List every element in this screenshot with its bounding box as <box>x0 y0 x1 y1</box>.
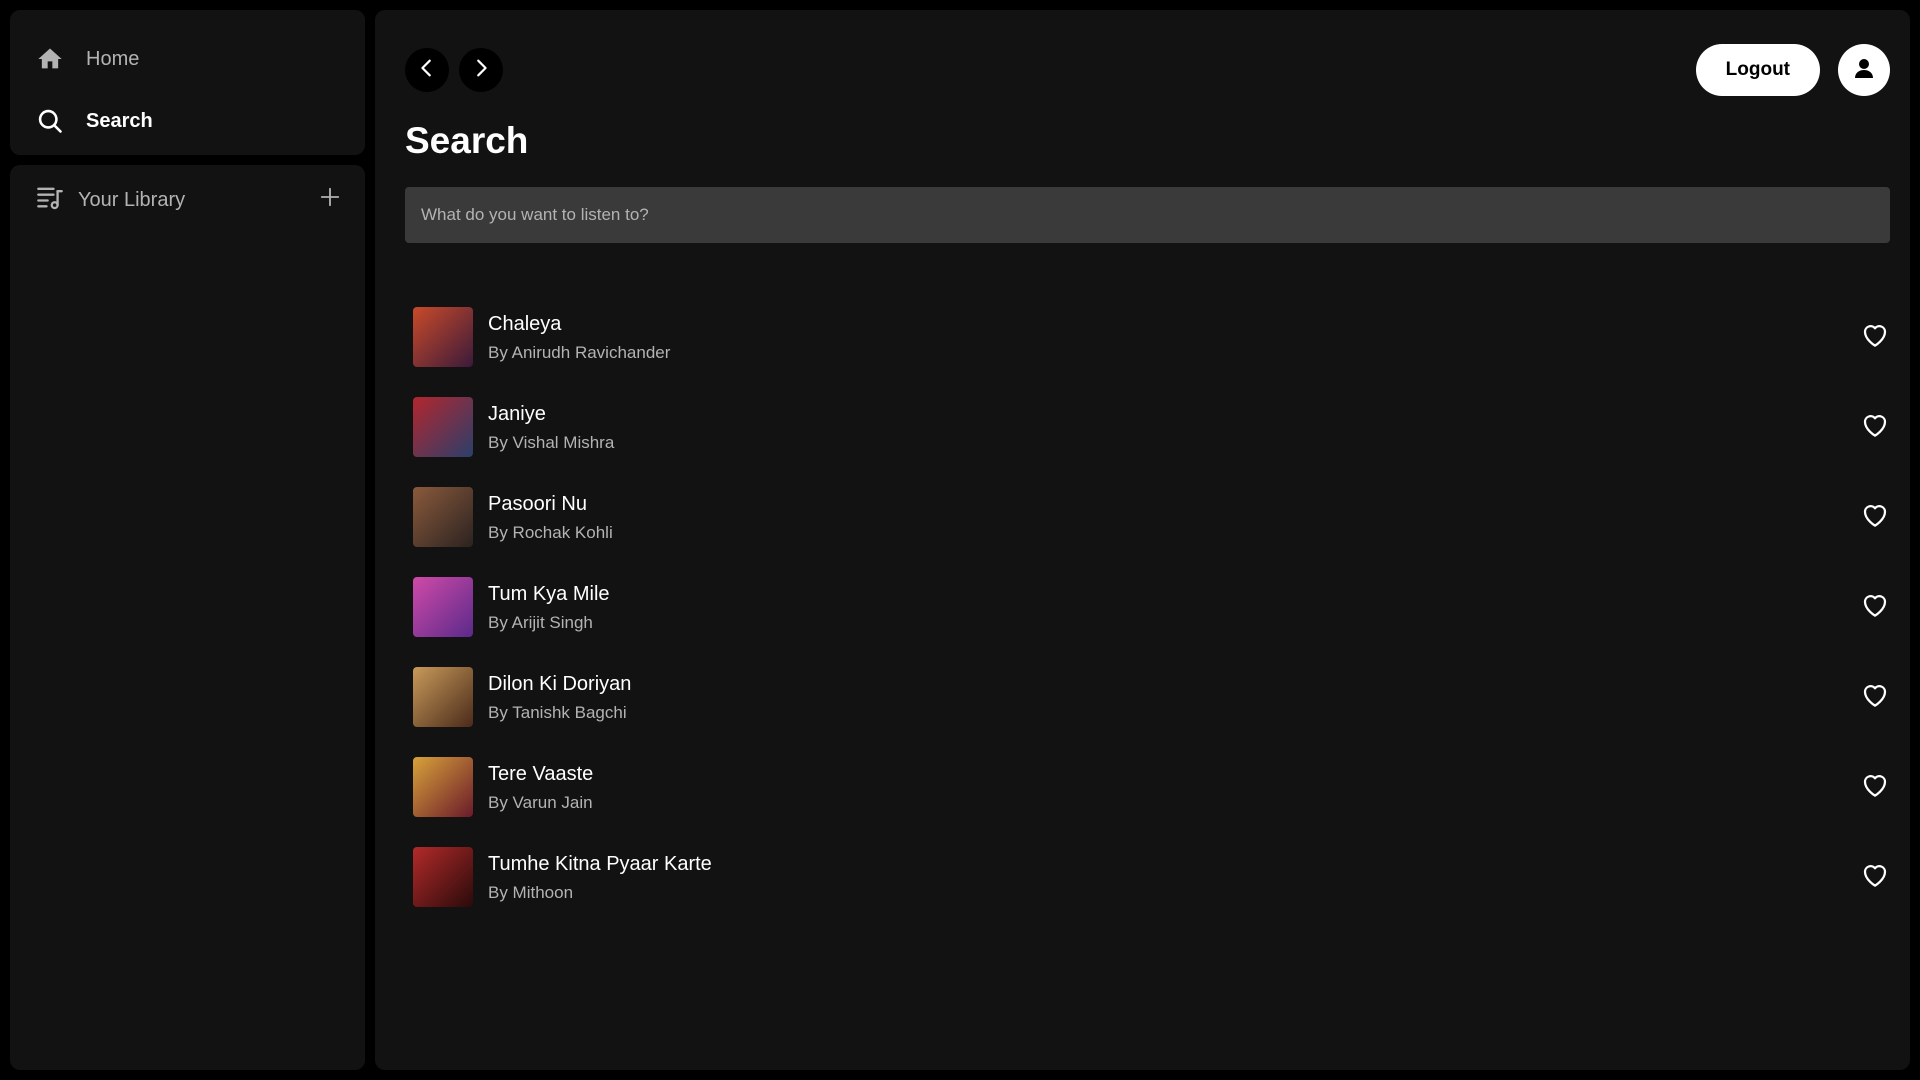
song-meta: Tum Kya Mile By Arijit Singh <box>488 581 1857 633</box>
song-title: Dilon Ki Doriyan <box>488 673 632 695</box>
song-artist: By Tanishk Bagchi <box>488 703 627 722</box>
page-title: Search <box>405 120 529 161</box>
library-label: Your Library <box>78 188 186 211</box>
album-cover <box>413 757 473 817</box>
chevron-left-icon <box>416 57 438 84</box>
song-artist: By Anirudh Ravichander <box>488 343 671 362</box>
song-artist: By Vishal Mishra <box>488 433 615 452</box>
song-row[interactable]: Tum Kya Mile By Arijit Singh <box>413 562 1893 652</box>
song-list: Chaleya By Anirudh Ravichander Janiye By… <box>413 292 1893 922</box>
song-meta: Tere Vaaste By Varun Jain <box>488 761 1857 813</box>
song-title: Janiye <box>488 403 546 425</box>
song-meta: Tumhe Kitna Pyaar Karte By Mithoon <box>488 851 1857 903</box>
like-button[interactable] <box>1857 319 1893 355</box>
like-button[interactable] <box>1857 859 1893 895</box>
heart-icon <box>1860 770 1890 805</box>
chevron-right-icon <box>470 57 492 84</box>
library-header: Your Library <box>10 165 365 235</box>
song-title: Pasoori Nu <box>488 493 587 515</box>
like-button[interactable] <box>1857 409 1893 445</box>
search-input[interactable] <box>405 187 1890 243</box>
song-artist: By Mithoon <box>488 883 574 902</box>
song-meta: Dilon Ki Doriyan By Tanishk Bagchi <box>488 671 1857 723</box>
heart-icon <box>1860 410 1890 445</box>
song-row[interactable]: Janiye By Vishal Mishra <box>413 382 1893 472</box>
sidebar-item-home[interactable]: Home <box>10 28 365 90</box>
song-artist: By Varun Jain <box>488 793 593 812</box>
topbar: Logout <box>405 44 1890 96</box>
plus-icon[interactable] <box>319 186 341 214</box>
heart-icon <box>1860 500 1890 535</box>
like-button[interactable] <box>1857 499 1893 535</box>
back-button[interactable] <box>405 48 449 92</box>
song-title: Tumhe Kitna Pyaar Karte <box>488 853 712 875</box>
search-icon <box>36 106 86 136</box>
like-button[interactable] <box>1857 589 1893 625</box>
song-artist: By Arijit Singh <box>488 613 593 632</box>
song-row[interactable]: Pasoori Nu By Rochak Kohli <box>413 472 1893 562</box>
like-button[interactable] <box>1857 679 1893 715</box>
history-nav <box>405 48 503 92</box>
song-title: Tum Kya Mile <box>488 583 610 605</box>
sidebar-item-label: Search <box>86 109 153 132</box>
home-icon <box>36 44 86 74</box>
album-cover <box>413 667 473 727</box>
like-button[interactable] <box>1857 769 1893 805</box>
app-root: Home Search Your Library Logout Search W… <box>0 0 1920 1080</box>
song-meta: Chaleya By Anirudh Ravichander <box>488 311 1857 363</box>
album-cover <box>413 307 473 367</box>
song-row[interactable]: Tumhe Kitna Pyaar Karte By Mithoon <box>413 832 1893 922</box>
album-cover <box>413 577 473 637</box>
user-icon <box>1852 56 1876 85</box>
song-row[interactable]: Chaleya By Anirudh Ravichander <box>413 292 1893 382</box>
sidebar-library: Your Library <box>10 165 365 1070</box>
main-content: Logout Search Chaleya By Anirudh Ravicha… <box>375 10 1910 1070</box>
heart-icon <box>1860 680 1890 715</box>
heart-icon <box>1860 320 1890 355</box>
forward-button[interactable] <box>459 48 503 92</box>
sidebar-item-search[interactable]: Search <box>10 90 365 152</box>
song-artist: By Rochak Kohli <box>488 523 613 542</box>
library-toggle[interactable]: Your Library <box>36 183 185 217</box>
album-cover <box>413 847 473 907</box>
song-row[interactable]: Dilon Ki Doriyan By Tanishk Bagchi <box>413 652 1893 742</box>
sidebar-nav: Home Search <box>10 10 365 155</box>
song-meta: Pasoori Nu By Rochak Kohli <box>488 491 1857 543</box>
song-row[interactable]: Tere Vaaste By Varun Jain <box>413 742 1893 832</box>
heart-icon <box>1860 860 1890 895</box>
song-title: Tere Vaaste <box>488 763 594 785</box>
album-cover <box>413 397 473 457</box>
logout-button[interactable]: Logout <box>1695 44 1820 96</box>
song-meta: Janiye By Vishal Mishra <box>488 401 1857 453</box>
heart-icon <box>1860 590 1890 625</box>
song-title: Chaleya <box>488 313 562 335</box>
avatar-button[interactable] <box>1838 44 1890 96</box>
topbar-actions: Logout <box>1695 44 1890 96</box>
library-icon <box>36 183 64 217</box>
album-cover <box>413 487 473 547</box>
sidebar-item-label: Home <box>86 47 140 70</box>
